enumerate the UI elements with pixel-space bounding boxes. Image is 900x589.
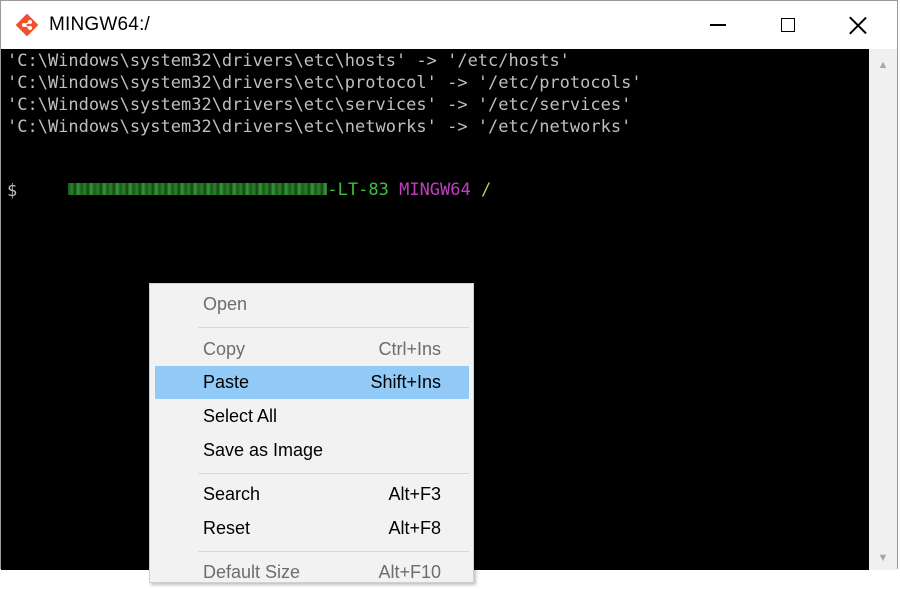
title-bar[interactable]: MINGW64:/: [1, 1, 897, 49]
menu-item-shortcut: Alt+F3: [388, 484, 441, 504]
menu-item-shortcut: Shift+Ins: [370, 372, 441, 392]
maximize-icon: [781, 18, 795, 32]
redacted-username: [68, 182, 328, 195]
menu-item-label: Copy: [203, 339, 246, 359]
git-icon: [15, 13, 39, 37]
menu-item-label: Default Size: [203, 562, 301, 582]
menu-item-reset[interactable]: Reset Alt+F8: [155, 512, 469, 545]
menu-item-open[interactable]: Open: [155, 288, 469, 321]
close-button[interactable]: [823, 1, 893, 49]
vertical-scrollbar[interactable]: ▲ ▼: [869, 49, 897, 570]
menu-item-label: Reset: [203, 518, 251, 538]
prompt-symbol: $: [7, 181, 18, 201]
menu-item-shortcut: Alt+F10: [378, 562, 441, 582]
menu-separator: [198, 473, 469, 474]
minimize-button[interactable]: [683, 1, 753, 49]
prompt-system: MINGW64: [399, 180, 471, 200]
menu-item-shortcut: Alt+F8: [388, 518, 441, 538]
terminal-line: 'C:\Windows\system32\drivers\etc\service…: [7, 95, 632, 115]
menu-item-copy[interactable]: Copy Ctrl+Ins: [155, 333, 469, 366]
menu-item-label: Select All: [203, 406, 278, 426]
menu-item-paste[interactable]: Paste Shift+Ins: [155, 366, 469, 399]
minimize-icon: [710, 24, 726, 26]
context-menu: Open Copy Ctrl+Ins Paste Shift+Ins Selec…: [149, 283, 474, 583]
terminal-line: 'C:\Windows\system32\drivers\etc\protoco…: [7, 73, 642, 93]
prompt-host: -LT-83: [327, 180, 389, 200]
scroll-up-arrow-icon[interactable]: ▲: [869, 53, 897, 77]
menu-separator: [198, 327, 469, 328]
menu-item-label: Open: [203, 294, 248, 314]
menu-item-search[interactable]: Search Alt+F3: [155, 478, 469, 511]
close-icon: [849, 16, 867, 34]
scroll-down-arrow-icon[interactable]: ▼: [869, 546, 897, 570]
menu-item-label: Search: [203, 484, 261, 504]
menu-item-label: Save as Image: [203, 440, 324, 460]
menu-item-default-size[interactable]: Default Size Alt+F10: [155, 556, 469, 589]
terminal-line: 'C:\Windows\system32\drivers\etc\hosts' …: [7, 51, 570, 71]
maximize-button[interactable]: [753, 1, 823, 49]
menu-separator: [198, 551, 469, 552]
menu-item-select-all[interactable]: Select All: [155, 400, 469, 433]
menu-item-shortcut: Ctrl+Ins: [378, 339, 441, 359]
prompt-path: /: [481, 180, 492, 200]
terminal-line: 'C:\Windows\system32\drivers\etc\network…: [7, 117, 632, 137]
menu-item-save-as-image[interactable]: Save as Image: [155, 434, 469, 467]
menu-item-label: Paste: [203, 372, 250, 392]
shell-prompt: -LT-83 MINGW64 /: [7, 159, 491, 222]
window-title: MINGW64:/: [49, 14, 151, 35]
